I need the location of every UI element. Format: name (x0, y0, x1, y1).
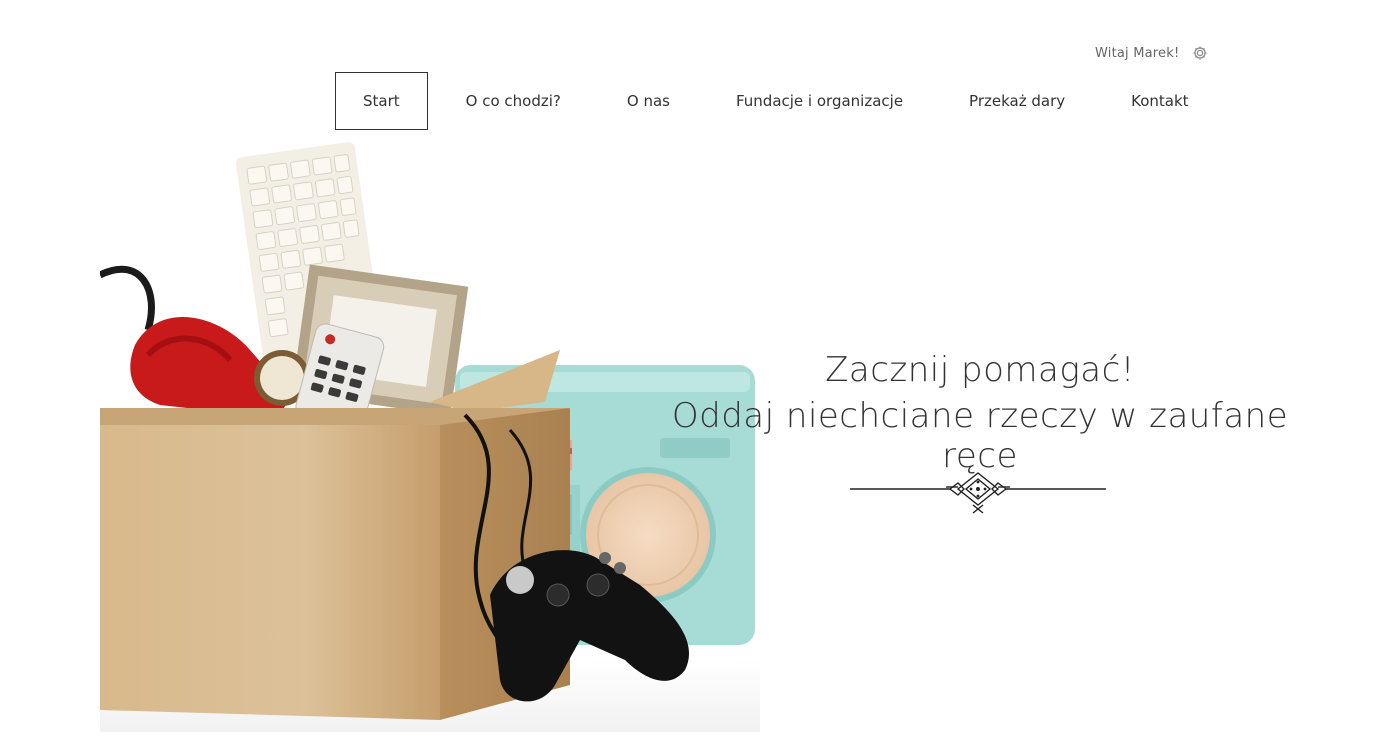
nav-item-start[interactable]: Start (335, 72, 428, 130)
decorative-divider-icon (850, 472, 1106, 514)
gear-icon[interactable] (1191, 44, 1209, 62)
hero-title: Zacznij pomagać! (825, 350, 1135, 390)
user-greeting: Witaj Marek! (1095, 44, 1209, 62)
hero-subtitle: Oddaj niechciane rzeczy w zaufane ręce (671, 396, 1289, 476)
nav-item-o-nas[interactable]: O nas (599, 73, 698, 129)
nav-item-przekaz-dary[interactable]: Przekaż dary (941, 73, 1093, 129)
nav-item-kontakt[interactable]: Kontakt (1103, 73, 1216, 129)
main-nav: Start O co chodzi? O nas Fundacje i orga… (335, 72, 1217, 130)
hero-headline: Zacznij pomagać! Oddaj niechciane rzeczy… (660, 350, 1300, 476)
greeting-text: Witaj Marek! (1095, 45, 1180, 61)
page: Witaj Marek! Start O co chodzi? O nas Fu… (0, 0, 1400, 750)
nav-item-fundacje[interactable]: Fundacje i organizacje (708, 73, 931, 129)
nav-item-o-co-chodzi[interactable]: O co chodzi? (438, 73, 589, 129)
